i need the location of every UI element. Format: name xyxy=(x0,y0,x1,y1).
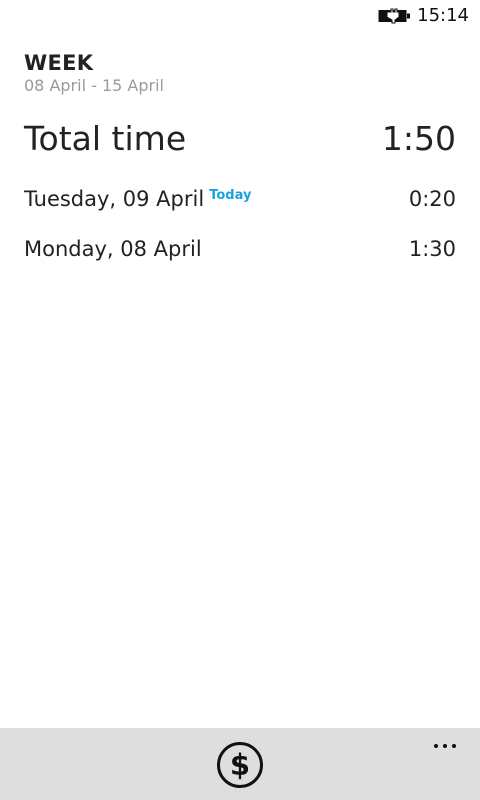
total-time-value: 1:50 xyxy=(381,119,456,158)
day-row[interactable]: Tuesday, 09 April Today 0:20 xyxy=(24,184,456,234)
svg-text:$: $ xyxy=(230,748,250,782)
day-duration: 0:20 xyxy=(408,187,456,211)
day-date: Monday, 08 April xyxy=(24,237,202,261)
ellipsis-icon[interactable] xyxy=(430,732,460,756)
total-time-row: Total time 1:50 xyxy=(24,117,456,163)
dollar-icon[interactable]: $ xyxy=(216,741,264,789)
page-title: WEEK xyxy=(24,51,94,75)
day-date: Tuesday, 09 April xyxy=(24,187,205,211)
day-label: Tuesday, 09 April Today xyxy=(24,184,251,214)
day-label: Monday, 08 April xyxy=(24,234,202,264)
date-range: 08 April - 15 April xyxy=(24,76,164,95)
status-bar: 15:14 xyxy=(0,0,480,32)
total-time-label: Total time xyxy=(24,119,187,158)
day-row[interactable]: Monday, 08 April 1:30 xyxy=(24,234,456,284)
battery-charging-icon xyxy=(378,8,410,24)
page-header: WEEK 08 April - 15 April xyxy=(24,51,164,96)
clock: 15:14 xyxy=(417,5,469,26)
app-bar: $ xyxy=(0,728,480,800)
today-badge: Today xyxy=(209,188,252,203)
day-duration: 1:30 xyxy=(408,237,456,261)
day-list: Tuesday, 09 April Today 0:20 Monday, 08 A… xyxy=(24,184,456,284)
